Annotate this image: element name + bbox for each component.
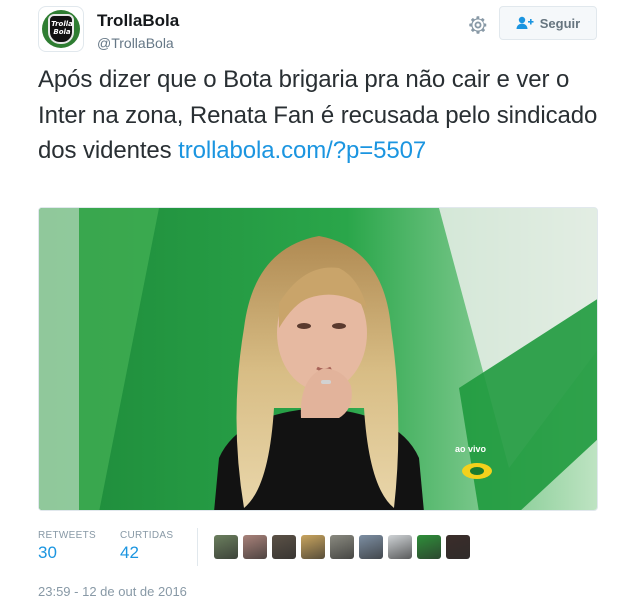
media-image: ao vivo <box>39 208 597 510</box>
liker-avatar[interactable] <box>417 535 441 559</box>
tweet-timestamp[interactable]: 23:59 - 12 de out de 2016 <box>38 584 187 599</box>
retweets-count[interactable]: 30 <box>38 543 57 563</box>
follow-button[interactable]: Seguir <box>499 6 597 40</box>
tweet-media[interactable]: ao vivo <box>38 207 598 511</box>
liker-avatar[interactable] <box>301 535 325 559</box>
account-name[interactable]: TrollaBola <box>97 11 179 31</box>
liker-avatar[interactable] <box>330 535 354 559</box>
retweets-label: RETWEETS <box>38 530 96 541</box>
tweet-link[interactable]: trollabola.com/?p=5507 <box>178 137 426 164</box>
likes-count[interactable]: 42 <box>120 543 139 563</box>
follow-label: Seguir <box>539 15 581 31</box>
liker-avatar[interactable] <box>359 535 383 559</box>
likes-label: CURTIDAS <box>120 530 174 541</box>
tweet-text: Após dizer que o Bota brigaria pra não c… <box>38 62 598 169</box>
liker-avatar[interactable] <box>388 535 412 559</box>
avatar-logo-text: Trolla Bola <box>51 20 73 36</box>
likers-list <box>214 535 470 559</box>
account-handle[interactable]: @TrollaBola <box>97 35 174 51</box>
liker-avatar[interactable] <box>214 535 238 559</box>
liker-avatar[interactable] <box>243 535 267 559</box>
liker-avatar[interactable] <box>272 535 296 559</box>
live-label: ao vivo <box>455 444 487 454</box>
add-user-icon <box>516 16 534 29</box>
liker-avatar[interactable] <box>446 535 470 559</box>
avatar[interactable]: Trolla Bola <box>38 6 84 52</box>
stats-divider <box>197 528 198 566</box>
gear-icon[interactable] <box>467 14 489 36</box>
